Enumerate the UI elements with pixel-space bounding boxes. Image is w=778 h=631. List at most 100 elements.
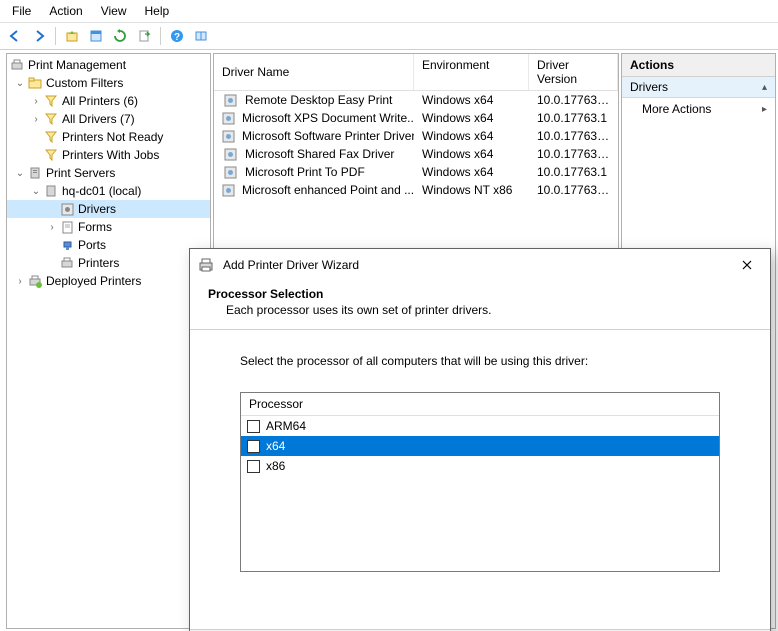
expand-icon[interactable]: › [45, 222, 59, 233]
processor-row-x86[interactable]: x86 [241, 456, 719, 476]
column-driver-version[interactable]: Driver Version [529, 54, 618, 90]
chevron-right-icon: ▸ [762, 104, 767, 115]
expand-icon[interactable]: › [13, 276, 27, 287]
tree-filter-not-ready[interactable]: Printers Not Ready [7, 128, 210, 146]
list-row[interactable]: Microsoft Print To PDFWindows x6410.0.17… [214, 163, 618, 181]
tree-print-servers[interactable]: ⌄ Print Servers [7, 164, 210, 182]
folder-icon [27, 75, 43, 91]
show-hide-icon[interactable] [190, 25, 212, 47]
actions-group[interactable]: Drivers ▴ [622, 77, 775, 98]
tree-deployed[interactable]: › Deployed Printers [7, 272, 210, 290]
actions-item-label: More Actions [642, 102, 711, 116]
list-body[interactable]: Remote Desktop Easy PrintWindows x6410.0… [214, 91, 618, 199]
tree-server-node[interactable]: ⌄ hq-dc01 (local) [7, 182, 210, 200]
close-icon[interactable] [732, 255, 762, 275]
tree-ports[interactable]: Ports [7, 236, 210, 254]
processor-row-x64[interactable]: ✓x64 [241, 436, 719, 456]
driver-icon [222, 110, 235, 126]
actions-more[interactable]: More Actions ▸ [622, 98, 775, 120]
driver-env: Windows x64 [414, 111, 529, 125]
list-row[interactable]: Microsoft XPS Document Write...Windows x… [214, 109, 618, 127]
driver-version: 10.0.17763.1971 [529, 147, 618, 161]
tree-label: Forms [78, 220, 112, 234]
list-row[interactable]: Microsoft Software Printer DriverWindows… [214, 127, 618, 145]
tree-panel[interactable]: Print Management ⌄ Custom Filters › All … [6, 53, 211, 629]
processor-column-header[interactable]: Processor [241, 393, 719, 416]
tree-label: Printers Not Ready [62, 130, 163, 144]
server-icon [43, 183, 59, 199]
tree-label: Printers [78, 256, 119, 270]
driver-icon [222, 164, 238, 180]
driver-name: Microsoft enhanced Point and ... [242, 183, 414, 197]
expand-icon[interactable]: › [29, 96, 43, 107]
processor-row-arm64[interactable]: ARM64 [241, 416, 719, 436]
menu-action[interactable]: Action [41, 2, 90, 20]
processor-label: ARM64 [266, 419, 306, 433]
column-environment[interactable]: Environment [414, 54, 529, 90]
tree-custom-filters[interactable]: ⌄ Custom Filters [7, 74, 210, 92]
printer-icon [198, 257, 214, 273]
tree-drivers[interactable]: Drivers [7, 200, 210, 218]
list-row[interactable]: Microsoft Shared Fax DriverWindows x6410… [214, 145, 618, 163]
wizard-heading: Processor Selection [208, 287, 752, 301]
properties-icon[interactable] [85, 25, 107, 47]
driver-version: 10.0.17763.1 [529, 111, 618, 125]
menu-help[interactable]: Help [137, 2, 178, 20]
tree-printers[interactable]: Printers [7, 254, 210, 272]
list-header: Driver Name Environment Driver Version [214, 54, 618, 91]
driver-icon [59, 201, 75, 217]
wizard-subheader: Processor Selection Each processor uses … [190, 281, 770, 330]
collapse-icon[interactable]: ⌄ [29, 186, 43, 197]
tree-label: All Printers (6) [62, 94, 138, 108]
checkbox[interactable]: ✓ [247, 440, 260, 453]
menu-file[interactable]: File [4, 2, 39, 20]
driver-name: Microsoft Software Printer Driver [242, 129, 414, 143]
expand-icon[interactable]: › [29, 114, 43, 125]
menu-view[interactable]: View [93, 2, 135, 20]
actions-header: Actions [622, 54, 775, 77]
help-icon[interactable]: ? [166, 25, 188, 47]
checkbox[interactable] [247, 460, 260, 473]
back-icon[interactable] [4, 25, 26, 47]
chevron-up-icon[interactable]: ▴ [762, 82, 767, 93]
collapse-icon[interactable]: ⌄ [13, 168, 27, 179]
filter-icon [43, 129, 59, 145]
tree-filter-with-jobs[interactable]: Printers With Jobs [7, 146, 210, 164]
driver-icon [222, 128, 235, 144]
printer-mgmt-icon [9, 57, 25, 73]
wizard-prompt: Select the processor of all computers th… [240, 354, 720, 368]
tree-label: Print Servers [46, 166, 115, 180]
tree-filter-all-drivers[interactable]: › All Drivers (7) [7, 110, 210, 128]
driver-version: 10.0.17763.1 [529, 165, 618, 179]
driver-name: Microsoft Print To PDF [245, 165, 365, 179]
forward-icon[interactable] [28, 25, 50, 47]
checkbox[interactable] [247, 420, 260, 433]
wizard-titlebar[interactable]: Add Printer Driver Wizard [190, 249, 770, 281]
up-icon[interactable] [61, 25, 83, 47]
refresh-icon[interactable] [109, 25, 131, 47]
tree-forms[interactable]: › Forms [7, 218, 210, 236]
driver-name: Microsoft XPS Document Write... [242, 111, 414, 125]
toolbar-separator [55, 27, 56, 45]
processor-listbox[interactable]: Processor ARM64 ✓x64 x86 [240, 392, 720, 572]
main-area: Print Management ⌄ Custom Filters › All … [0, 50, 778, 631]
actions-group-label: Drivers [630, 80, 668, 94]
export-icon[interactable] [133, 25, 155, 47]
driver-env: Windows x64 [414, 129, 529, 143]
tree-label: Custom Filters [46, 76, 123, 90]
driver-version: 10.0.17763.2028 [529, 183, 618, 197]
server-icon [27, 165, 43, 181]
tree-label: Deployed Printers [46, 274, 141, 288]
tree-filter-all-printers[interactable]: › All Printers (6) [7, 92, 210, 110]
driver-icon [222, 182, 235, 198]
driver-env: Windows x64 [414, 93, 529, 107]
tree-root[interactable]: Print Management [7, 56, 210, 74]
printer-icon [59, 255, 75, 271]
tree-label: Printers With Jobs [62, 148, 159, 162]
tree-label: Print Management [28, 58, 126, 72]
list-row[interactable]: Microsoft enhanced Point and ...Windows … [214, 181, 618, 199]
list-row[interactable]: Remote Desktop Easy PrintWindows x6410.0… [214, 91, 618, 109]
processor-label: x86 [266, 459, 285, 473]
collapse-icon[interactable]: ⌄ [13, 78, 27, 89]
column-driver-name[interactable]: Driver Name [214, 54, 414, 90]
